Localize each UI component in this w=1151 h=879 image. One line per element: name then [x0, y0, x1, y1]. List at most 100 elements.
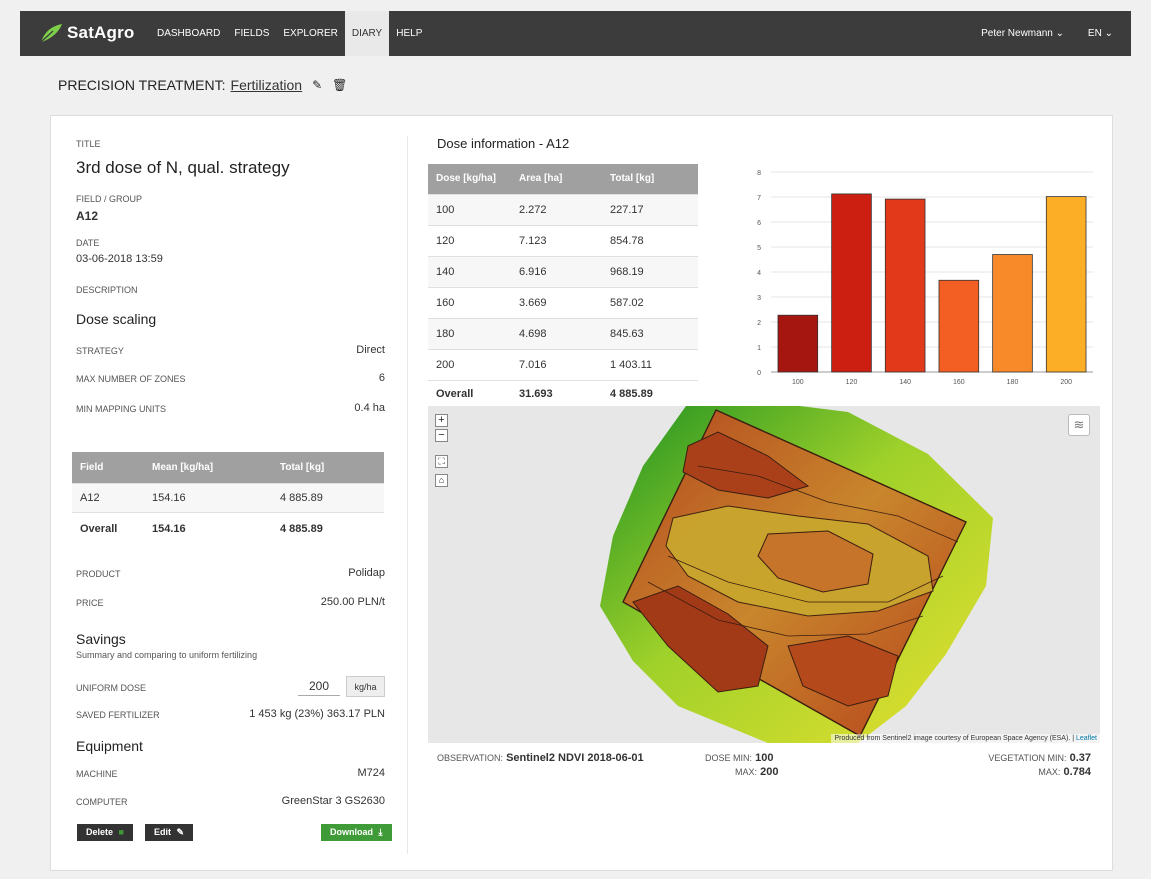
table-overall-row: Overall 154.16 4 885.89: [72, 511, 384, 546]
download-button-label: Download: [330, 827, 373, 837]
table-cell: 180: [428, 317, 519, 349]
dose-bar-chart: 0 1 2 3 4 5 6 7 8 100 120 140 160 180 200: [757, 170, 1093, 386]
zones-row: MAX NUMBER OF ZONES 6: [76, 372, 385, 386]
y-tick-label: 3: [757, 295, 761, 302]
table-row: 140 6.916 968.19: [428, 255, 698, 287]
date-value: 03-06-2018 13:59: [76, 253, 163, 265]
computer-value: GreenStar 3 GS2630: [281, 795, 385, 807]
x-tick-label: 200: [1060, 379, 1072, 386]
saved-fertilizer-value: 1 453 kg (23%) 363.17 PLN: [249, 708, 385, 720]
fullscreen-icon[interactable]: ⛶: [435, 455, 448, 468]
chart-bar: [777, 314, 819, 373]
dose-table: Dose [kg/ha] Area [ha] Total [kg] 100 2.…: [428, 164, 698, 407]
table-cell: 227.17: [610, 193, 698, 225]
pencil-icon[interactable]: ✎: [312, 78, 322, 92]
main-nav: DASHBOARD FIELDS EXPLORER DIARY HELP: [150, 11, 429, 56]
vegetation-max-value: 0.784: [1063, 766, 1091, 778]
page-title: PRECISION TREATMENT: Fertilization ✎ 🗑: [58, 77, 347, 93]
attribution-text: Produced from Sentinel2 image courtesy o…: [834, 735, 1075, 742]
computer-label: COMPUTER: [76, 797, 128, 807]
table-row: 180 4.698 845.63: [428, 317, 698, 349]
language-code: EN: [1087, 28, 1102, 39]
savings-heading: Savings: [76, 631, 126, 647]
nav-help[interactable]: HELP: [389, 11, 429, 56]
column-header: Dose [kg/ha]: [428, 164, 519, 194]
nav-diary[interactable]: DIARY: [344, 11, 390, 56]
product-value: Polidap: [348, 567, 385, 579]
chart-bar: [831, 193, 872, 373]
chart-bar: [1045, 196, 1087, 373]
table-cell: Overall: [72, 511, 152, 546]
table-cell: 3.669: [519, 286, 610, 318]
field-label: FIELD / GROUP: [76, 194, 143, 204]
chevron-down-icon: ⌄: [1055, 28, 1064, 39]
column-header: Mean [kg/ha]: [152, 452, 280, 483]
nav-explorer[interactable]: EXPLORER: [276, 11, 344, 56]
x-tick-label: 160: [953, 379, 965, 386]
table-cell: 154.16: [152, 482, 280, 512]
product-row: PRODUCT Polidap: [76, 567, 385, 581]
strategy-label: STRATEGY: [76, 346, 124, 356]
treatment-type-link[interactable]: Fertilization: [231, 77, 303, 93]
table-cell: 4 885.89: [280, 511, 384, 546]
trash-icon[interactable]: 🗑: [332, 78, 347, 92]
saved-fertilizer-label: SAVED FERTILIZER: [76, 710, 160, 720]
y-tick-label: 2: [757, 320, 761, 327]
vegetation-max-label: MAX:: [1038, 767, 1061, 777]
vegetation-min-value: 0.37: [1069, 752, 1091, 764]
tag-icon[interactable]: ⌂: [435, 474, 448, 487]
nav-dashboard[interactable]: DASHBOARD: [150, 11, 227, 56]
brand-logo[interactable]: SatAgro: [39, 23, 135, 43]
language-menu[interactable]: EN ⌄: [1088, 11, 1113, 56]
table-cell: 4 885.89: [610, 379, 698, 407]
table-cell: 7.123: [519, 224, 610, 256]
machine-label: MACHINE: [76, 769, 118, 779]
mmu-label: MIN MAPPING UNITS: [76, 404, 167, 414]
vegetation-range: VEGETATION MIN: 0.37 MAX: 0.784: [951, 752, 1091, 782]
column-header: Total [kg]: [280, 452, 384, 483]
table-cell: 7.016: [519, 348, 610, 380]
table-cell: 845.63: [610, 317, 698, 349]
zoom-out-button[interactable]: −: [435, 429, 448, 442]
table-cell: 1 403.11: [610, 348, 698, 380]
leaf-logo-icon: [40, 24, 62, 43]
layers-icon[interactable]: ≋: [1068, 414, 1090, 436]
user-name: Peter Newmann: [981, 28, 1053, 39]
table-header-row: Dose [kg/ha] Area [ha] Total [kg]: [428, 164, 698, 194]
zoom-in-button[interactable]: +: [435, 414, 448, 427]
table-cell: 4.698: [519, 317, 610, 349]
dose-min-label: DOSE MIN:: [705, 753, 753, 763]
column-header: Area [ha]: [519, 164, 610, 194]
treatment-title: 3rd dose of N, qual. strategy: [76, 158, 290, 177]
observation-value: Sentinel2 NDVI 2018-06-01: [506, 752, 644, 764]
table-cell: 100: [428, 193, 519, 225]
download-button[interactable]: Download ⤓: [321, 824, 392, 841]
map-view[interactable]: + − ⛶ ⌂ ≋ Produced from Sentinel2 image …: [428, 406, 1100, 743]
chevron-down-icon: ⌄: [1104, 28, 1113, 39]
y-tick-label: 7: [757, 195, 761, 202]
table-row: 200 7.016 1 403.11: [428, 348, 698, 380]
user-menu[interactable]: Peter Newmann ⌄: [981, 11, 1064, 56]
observation-info: OBSERVATION: Sentinel2 NDVI 2018-06-01: [437, 752, 644, 764]
y-tick-label: 6: [757, 220, 761, 227]
delete-button-label: Delete: [86, 827, 114, 837]
dose-min-value: 100: [755, 752, 774, 764]
uniform-dose-input[interactable]: [298, 677, 340, 696]
uniform-dose-label: UNIFORM DOSE: [76, 683, 147, 693]
brand-name: SatAgro: [67, 23, 135, 42]
table-cell: 6.916: [519, 255, 610, 287]
table-cell: 31.693: [519, 379, 610, 407]
table-cell: 854.78: [610, 224, 698, 256]
top-navbar: SatAgro DASHBOARD FIELDS EXPLORER DIARY …: [20, 11, 1131, 56]
price-label: PRICE: [76, 598, 104, 608]
table-header-row: Field Mean [kg/ha] Total [kg]: [72, 452, 384, 483]
table-cell: 140: [428, 255, 519, 287]
zones-label: MAX NUMBER OF ZONES: [76, 374, 186, 384]
saved-fertilizer-row: SAVED FERTILIZER 1 453 kg (23%) 363.17 P…: [76, 708, 385, 722]
delete-button[interactable]: Delete ■: [77, 824, 133, 841]
leaflet-link[interactable]: Leaflet: [1076, 735, 1097, 742]
nav-fields[interactable]: FIELDS: [227, 11, 276, 56]
price-row: PRICE 250.00 PLN/t: [76, 596, 385, 610]
chart-bar: [884, 198, 926, 373]
edit-button[interactable]: Edit ✎: [145, 824, 194, 841]
